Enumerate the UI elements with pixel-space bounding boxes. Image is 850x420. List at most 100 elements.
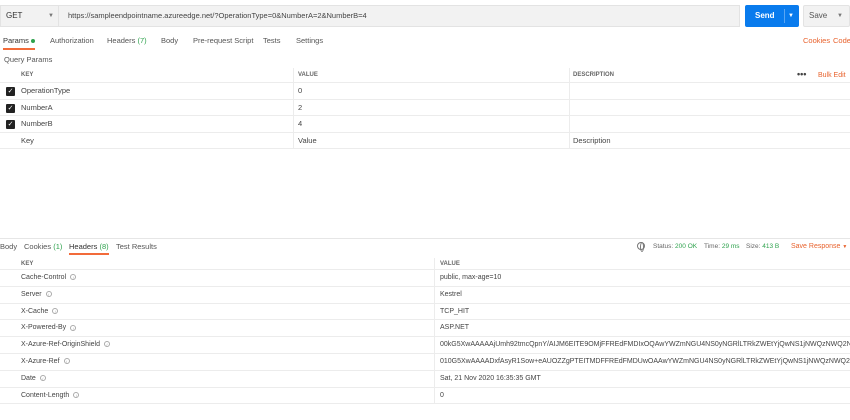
header-key: X-Powered-By (21, 324, 67, 332)
chevron-down-icon: ▼ (842, 244, 848, 250)
pane-divider[interactable] (0, 238, 850, 239)
table-row: Content-Length i 0 (0, 387, 850, 405)
param-value[interactable]: 4 (293, 116, 563, 132)
header-value: Kestrel (434, 286, 850, 303)
request-tabs: Params Authorization Headers (7) Body Pr… (0, 34, 850, 50)
col-value-header: VALUE (293, 68, 563, 82)
tab-headers[interactable]: Headers (7) (107, 34, 147, 50)
header-value: TCP_HIT (434, 303, 850, 320)
tab-response-headers[interactable]: Headers (8) (69, 241, 109, 255)
save-button[interactable]: Save ▼ (803, 5, 850, 27)
method-label: GET (6, 11, 23, 20)
tab-test-results[interactable]: Test Results (116, 241, 157, 255)
tab-prerequest-script[interactable]: Pre-request Script (193, 34, 253, 50)
param-value[interactable]: 2 (293, 99, 563, 115)
header-key: Cache-Control (21, 274, 67, 281)
active-dot-icon (30, 39, 35, 44)
header-key: Server (21, 290, 42, 298)
tab-params[interactable]: Params (3, 34, 35, 50)
checkbox-checked-icon[interactable]: ✓ (6, 103, 15, 113)
checkbox-checked-icon[interactable]: ✓ (6, 87, 15, 96)
bulk-edit-link[interactable]: Bulk Edit (818, 68, 846, 83)
save-label: Save (809, 11, 828, 20)
param-value[interactable]: 0 (293, 83, 563, 99)
save-response-button[interactable]: Save Response ▼ (791, 241, 847, 253)
tab-cookies-count: (1) (53, 242, 63, 251)
url-input[interactable]: https://sampleendpointname.azureedge.net… (58, 5, 740, 27)
header-key-cell: X-Powered-By i (21, 320, 433, 336)
size-value: 413 B (762, 243, 780, 250)
time-label: Time: (704, 243, 721, 250)
chevron-down-icon[interactable]: ▼ (788, 5, 794, 27)
table-row: Date i Sat, 21 Nov 2020 16:35:35 GMT (0, 370, 850, 388)
new-description-input[interactable]: Description (569, 132, 850, 148)
info-icon[interactable]: i (52, 307, 59, 314)
header-key-cell: Cache-Control i (21, 270, 433, 286)
tab-headers-count: (7) (137, 36, 147, 45)
info-icon[interactable]: i (73, 391, 80, 398)
table-row: X-Powered-By i ASP.NET (0, 320, 850, 338)
status-value: 200 OK (675, 243, 698, 250)
new-key-input[interactable]: Key (21, 133, 291, 149)
tab-authorization[interactable]: Authorization (50, 34, 94, 50)
param-key[interactable]: NumberB (21, 116, 291, 132)
response-headers-table: KEY VALUE Cache-Control i public, max-age… (0, 258, 850, 405)
table-row: Server i Kestrel (0, 286, 850, 304)
header-key: X-Azure-Ref-OriginShield (21, 341, 100, 349)
query-params-title: Query Params (4, 55, 53, 64)
table-row: X-Cache i TCP_HIT (0, 303, 850, 321)
tab-body[interactable]: Body (161, 34, 178, 50)
tab-response-cookies[interactable]: Cookies (1) (24, 241, 62, 255)
header-value: 00kG5XwAAAAAjUmh92tmcQpnY/AIJM6EITE9OMjF… (434, 337, 850, 353)
send-button[interactable]: Send ▼ (745, 5, 799, 27)
method-select[interactable]: GET ▼ (0, 5, 58, 27)
size-label: Size: (746, 243, 761, 250)
tab-response-body[interactable]: Body (0, 241, 17, 255)
param-description[interactable] (569, 116, 850, 132)
param-description[interactable] (569, 99, 850, 115)
info-icon[interactable]: i (70, 274, 77, 281)
col-key-header: KEY (21, 72, 34, 78)
header-key-cell: Content-Length i (21, 388, 433, 404)
params-header-row: KEY VALUE DESCRIPTION ••• Bulk Edit (0, 68, 850, 83)
more-options-icon[interactable]: ••• (797, 68, 806, 81)
headers-header-row: KEY VALUE (0, 258, 850, 270)
checkbox-checked-icon[interactable]: ✓ (6, 120, 15, 129)
col-description-header: DESCRIPTION (569, 68, 850, 82)
send-separator (784, 9, 785, 23)
header-key-cell: X-Cache i (21, 304, 433, 320)
new-value-input[interactable]: Value (293, 132, 563, 148)
tab-tests[interactable]: Tests (263, 34, 281, 50)
header-value: public, max-age=10 (434, 270, 850, 286)
time-group: Time: 29 ms (704, 241, 740, 253)
code-link[interactable]: Code (833, 34, 850, 48)
globe-icon[interactable] (637, 241, 645, 253)
info-icon[interactable]: i (103, 341, 110, 348)
header-value: 0 (434, 387, 850, 404)
save-response-label: Save Response (791, 243, 841, 250)
param-key[interactable]: OperationType (21, 83, 291, 99)
tab-settings[interactable]: Settings (296, 34, 323, 50)
header-key-cell: Date i (21, 371, 433, 387)
info-icon[interactable]: i (39, 374, 46, 381)
request-bar: GET ▼ https://sampleendpointname.azureed… (0, 5, 850, 27)
info-icon[interactable]: i (70, 324, 77, 331)
param-description[interactable] (569, 83, 850, 99)
param-key[interactable]: NumberA (21, 100, 291, 116)
tab-headers-count: (8) (99, 242, 109, 251)
table-row: X-Azure-Ref i 010G5XwAAAADxfAsyR1Sow+eAUO… (0, 353, 850, 371)
response-tabs: Body Cookies (1) Headers (8) Test Result… (0, 241, 850, 255)
info-icon[interactable]: i (45, 290, 52, 297)
cookies-link[interactable]: Cookies (803, 34, 830, 48)
table-row: Cache-Control i public, max-age=10 (0, 270, 850, 287)
status-label: Status: (653, 243, 674, 250)
status-group: Status: 200 OK (653, 241, 697, 253)
info-icon[interactable]: i (63, 358, 70, 365)
header-value: ASP.NET (434, 320, 850, 337)
header-key-cell: X-Azure-Ref i (21, 354, 433, 370)
header-value: 010G5XwAAAADxfAsyR1Sow+eAUOZZgPTEITMDFFR… (434, 353, 850, 370)
table-row: ✓ NumberA 2 (0, 99, 850, 116)
table-row-new: Key Value Description (0, 132, 850, 149)
table-row: ✓ NumberB 4 (0, 116, 850, 133)
chevron-down-icon[interactable]: ▼ (837, 6, 843, 26)
